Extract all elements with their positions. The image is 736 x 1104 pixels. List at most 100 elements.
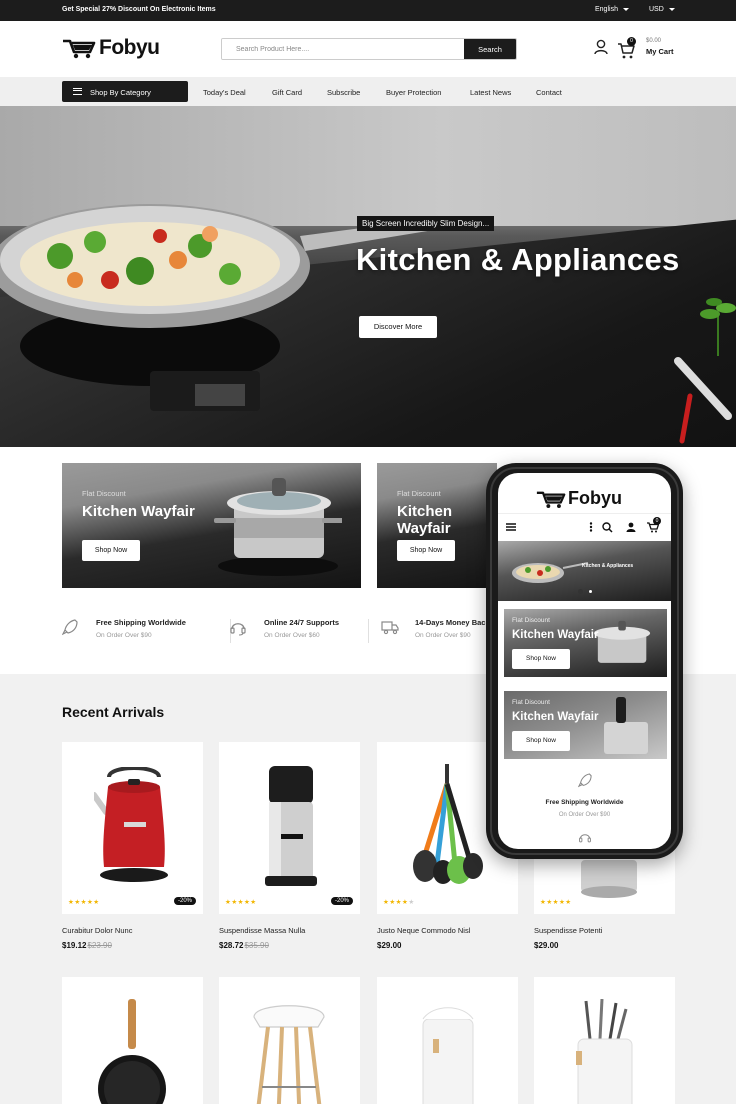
phone-banner-2-title: Kitchen Wayfair <box>512 711 599 723</box>
headset-icon <box>230 623 246 636</box>
cart-label: My Cart <box>646 47 674 56</box>
language-value: English <box>595 6 618 13</box>
discount-badge: -20% <box>173 897 196 905</box>
appliance-image <box>581 860 637 898</box>
promo-banner-1[interactable]: Flat Discount Kitchen Wayfair Shop Now <box>62 463 361 588</box>
product-price: $28.72$35.90 <box>219 941 269 950</box>
phone-cart-count-badge: 0 <box>653 517 661 525</box>
rating-stars: ★★★★★ <box>68 899 100 906</box>
banner-2-shop-now-button[interactable]: Shop Now <box>397 540 455 561</box>
banner-2-title: Kitchen Wayfair <box>397 503 453 537</box>
product-name[interactable]: Suspendisse Massa Nulla <box>219 926 305 935</box>
cart-amount: $0.00 <box>646 38 662 44</box>
logo[interactable]: Fobyu <box>62 35 160 61</box>
feature-1-subtitle: On Order Over $90 <box>96 632 152 639</box>
product-card[interactable]: ★★★★★ -20% <box>62 742 203 914</box>
more-vertical-icon[interactable] <box>589 522 593 532</box>
price-old: $23.90 <box>87 941 112 950</box>
discount-badge: -20% <box>330 897 353 905</box>
search-icon[interactable] <box>602 522 613 533</box>
product-price: $19.12$23.90 <box>62 941 112 950</box>
product-card[interactable] <box>534 977 675 1104</box>
price-old: $35.90 <box>244 941 269 950</box>
top-bar: Get Special 27% Discount On Electronic I… <box>0 0 736 21</box>
product-name[interactable]: Suspendisse Potenti <box>534 926 602 935</box>
rating-stars: ★★★★★ <box>225 899 257 906</box>
plant-image <box>700 298 736 356</box>
phone-screen: Fobyu 0 Kitchen & Appliances Flat Discou… <box>498 473 671 849</box>
frying-pan-image <box>0 204 458 411</box>
utensil-holder-image <box>422 1007 474 1104</box>
slider-dot[interactable] <box>588 589 593 594</box>
cart-count-badge: 0 <box>627 37 636 46</box>
product-card[interactable] <box>219 977 360 1104</box>
product-card[interactable] <box>62 977 203 1104</box>
utensil-image <box>674 357 732 444</box>
currency-select[interactable]: USD <box>649 6 675 13</box>
phone-banner-1-title: Kitchen Wayfair <box>512 629 599 641</box>
main-nav: Shop By Category Today's Deal Gift Card … <box>0 77 736 106</box>
shop-by-category-button[interactable]: Shop By Category <box>62 81 188 102</box>
phone-mockup: Fobyu 0 Kitchen & Appliances Flat Discou… <box>486 463 683 859</box>
feature-2-title: Online 24/7 Supports <box>264 618 340 627</box>
phone-promo-banner-1[interactable]: Flat Discount Kitchen Wayfair Shop Now <box>504 609 667 677</box>
stockpot-image <box>604 697 648 754</box>
logo-text: Fobyu <box>99 36 160 59</box>
price-current: $29.00 <box>377 941 402 950</box>
promo-banner-2[interactable]: Flat Discount Kitchen Wayfair Shop Now <box>377 463 497 588</box>
phone-banner-1-shop-now-button[interactable]: Shop Now <box>512 649 570 669</box>
search-bar: Search <box>221 38 517 60</box>
user-icon[interactable] <box>626 522 636 532</box>
feature-money-back: 14-Days Money Back On Order Over $90 <box>381 617 486 647</box>
slider-dot-active[interactable] <box>578 589 583 594</box>
search-button[interactable]: Search <box>464 39 516 59</box>
nav-link-todays-deal[interactable]: Today's Deal <box>203 88 246 97</box>
banner-1-shop-now-button[interactable]: Shop Now <box>82 540 140 561</box>
price-current: $29.00 <box>534 941 559 950</box>
rating-stars: ★★★★★ <box>383 899 415 906</box>
nav-link-contact[interactable]: Contact <box>536 88 562 97</box>
nav-link-latest-news[interactable]: Latest News <box>470 88 511 97</box>
grinder-image <box>265 766 317 886</box>
product-name[interactable]: Justo Neque Commodo Nisl <box>377 926 470 935</box>
menu-icon[interactable] <box>506 523 516 531</box>
feature-support: Online 24/7 Supports On Order Over $60 <box>230 617 380 647</box>
headset-icon <box>579 834 591 843</box>
nav-link-gift-card[interactable]: Gift Card <box>272 88 302 97</box>
product-card[interactable]: ★★★★★ -20% <box>219 742 360 914</box>
nav-link-subscribe[interactable]: Subscribe <box>327 88 360 97</box>
language-select[interactable]: English <box>595 6 629 13</box>
rating-stars: ★★★★★ <box>540 899 572 906</box>
product-card[interactable] <box>377 977 518 1104</box>
truck-icon <box>381 621 399 635</box>
phone-hero-slide[interactable]: Kitchen & Appliances <box>498 541 671 601</box>
phone-logo: Fobyu <box>536 488 622 509</box>
feature-3-title: 14-Days Money Back <box>415 618 486 627</box>
phone-feature-subtitle: On Order Over $90 <box>558 812 611 818</box>
phone-promo-banner-2[interactable]: Flat Discount Kitchen Wayfair Shop Now <box>504 691 667 759</box>
menu-icon <box>73 88 82 95</box>
cart-button[interactable]: 0 $0.00 My Cart <box>617 37 687 61</box>
price-current: $28.72 <box>219 941 244 950</box>
phone-banner-2-shop-now-button[interactable]: Shop Now <box>512 731 570 751</box>
hero-tagline: Big Screen Incredibly Slim Design... <box>357 216 495 231</box>
bar-stool-image <box>253 1005 325 1104</box>
banner-1-subtitle: Flat Discount <box>82 489 126 498</box>
feature-2-subtitle: On Order Over $60 <box>264 632 320 639</box>
utensil-crock-image <box>576 999 633 1104</box>
currency-value: USD <box>649 6 664 13</box>
phone-toolbar: 0 <box>498 513 671 540</box>
search-input[interactable] <box>222 39 466 59</box>
nav-link-buyer-protection[interactable]: Buyer Protection <box>386 88 441 97</box>
discover-more-button[interactable]: Discover More <box>359 316 437 338</box>
rocket-icon <box>578 773 592 788</box>
phone-banner-2-subtitle: Flat Discount <box>512 699 550 706</box>
section-title: Recent Arrivals <box>62 704 165 720</box>
product-price: $29.00 <box>377 941 401 950</box>
product-name[interactable]: Curabitur Dolor Nunc <box>62 926 132 935</box>
product-price: $29.00 <box>534 941 558 950</box>
feature-3-subtitle: On Order Over $90 <box>415 632 471 639</box>
promo-text: Get Special 27% Discount On Electronic I… <box>62 6 216 13</box>
user-icon[interactable] <box>594 39 608 55</box>
kettle-image <box>94 767 168 882</box>
